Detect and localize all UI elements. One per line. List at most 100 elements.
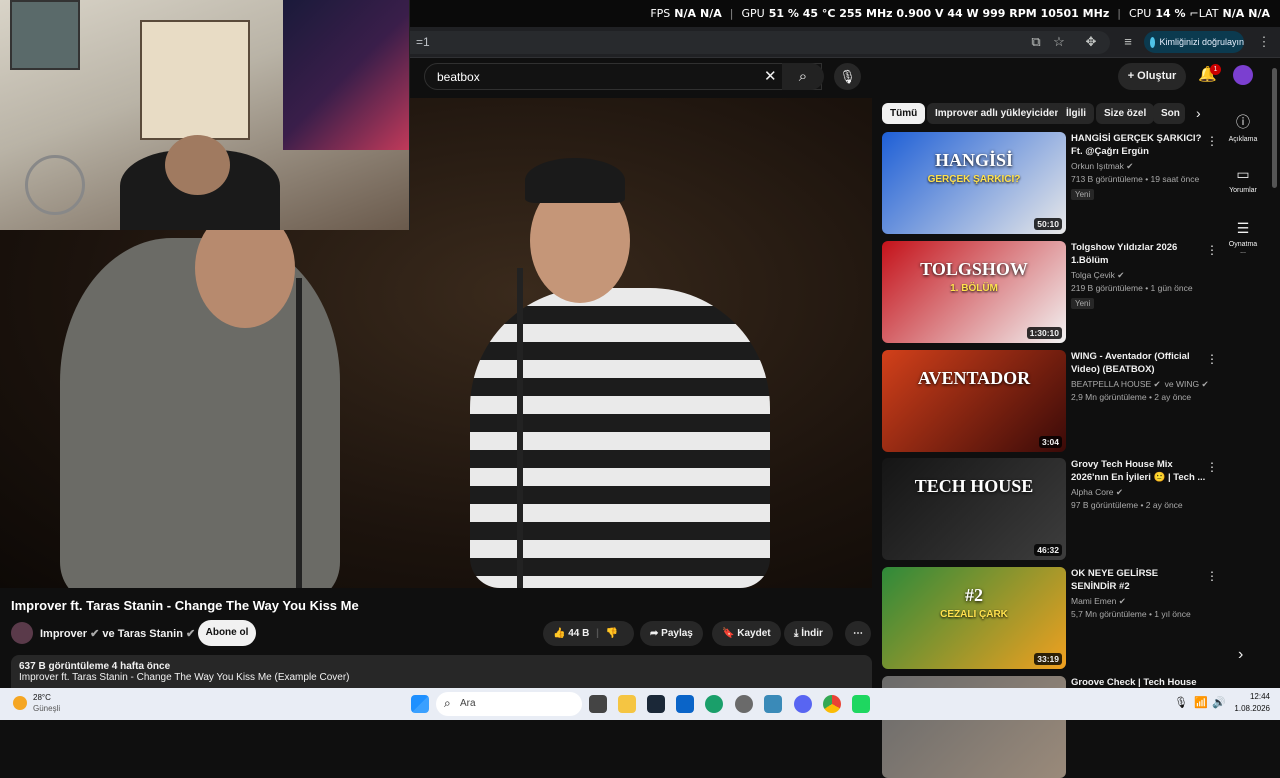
create-label: Oluştur bbox=[1137, 70, 1177, 82]
recommendation-info[interactable]: HANGİSİ GERÇEK ŞARKICI? Ft. @Çağrı Ergün… bbox=[1071, 132, 1206, 202]
side-description-button[interactable]: ⓘ Açıklama bbox=[1225, 112, 1261, 143]
verify-identity-button[interactable]: Kimliğinizi doğrulayın bbox=[1144, 31, 1244, 53]
recommendation-thumbnail[interactable]: TECH HOUSE 46:32 bbox=[882, 458, 1066, 560]
search-button[interactable]: ⌕ bbox=[782, 63, 824, 90]
recommendation-menu-icon[interactable]: ⋮ bbox=[1206, 243, 1218, 257]
recommendation-channel: BEATPELLA HOUSE ✔ ve WING ✔ bbox=[1071, 379, 1209, 390]
description-box[interactable]: 637 B görüntüleme 4 hafta önce Improver … bbox=[11, 655, 872, 690]
app-icon[interactable] bbox=[735, 695, 753, 713]
clock[interactable]: 12:44 1.08.2026 bbox=[1232, 692, 1270, 713]
dislike-button[interactable]: 👎 bbox=[606, 628, 618, 639]
share-button[interactable]: ➦ Paylaş bbox=[640, 621, 703, 646]
like-dislike-group: 👍 44 B | 👎 bbox=[543, 621, 634, 646]
chip-all[interactable]: Tümü bbox=[882, 103, 926, 124]
subscribe-button[interactable]: Abone ol bbox=[198, 620, 256, 646]
more-actions-button[interactable]: ⋯ bbox=[845, 621, 871, 646]
address-bar[interactable]: =1 bbox=[410, 31, 1110, 54]
create-button[interactable]: + Oluştur bbox=[1118, 63, 1186, 90]
outlook-icon[interactable] bbox=[676, 695, 694, 713]
search-value: beatbox bbox=[437, 70, 480, 84]
like-count: 44 B bbox=[568, 628, 590, 639]
chrome-icon[interactable] bbox=[823, 695, 841, 713]
file-explorer-icon[interactable] bbox=[618, 695, 636, 713]
task-view-icon[interactable] bbox=[589, 695, 607, 713]
performer-right bbox=[470, 288, 770, 588]
download-button[interactable]: ⤓ İndir bbox=[784, 621, 833, 646]
recommendation-channel: Mami Emen ✔ bbox=[1071, 596, 1206, 607]
extensions-icon[interactable]: ✥ bbox=[1083, 34, 1099, 50]
save-button[interactable]: 🔖 Kaydet bbox=[712, 621, 781, 646]
chip-for-you[interactable]: Size özel bbox=[1096, 103, 1155, 124]
mic-icon: 🎙 bbox=[839, 69, 856, 84]
recommendation-info[interactable]: Grovy Tech House Mix 2026'nın En İyileri… bbox=[1071, 458, 1206, 510]
taskbar-search-input[interactable]: Ara bbox=[436, 692, 582, 716]
recommendation-meta: 713 B görüntüleme • 19 saat önce bbox=[1071, 174, 1200, 184]
save-label: Kaydet bbox=[737, 628, 771, 639]
search-input[interactable]: beatbox bbox=[424, 63, 822, 90]
install-app-icon[interactable]: ⧉ bbox=[1028, 34, 1044, 50]
new-badge: Yeni bbox=[1071, 189, 1095, 200]
browser-menu-icon[interactable]: ⋮ bbox=[1256, 34, 1272, 50]
start-windows-icon[interactable] bbox=[411, 695, 429, 713]
recommendation-channel: Alpha Core ✔ bbox=[1071, 487, 1206, 498]
reading-list-icon[interactable]: ≡ bbox=[1120, 34, 1136, 50]
lat-label: ⌐LAT bbox=[1189, 7, 1219, 20]
bookmark-star-icon[interactable]: ☆ bbox=[1051, 34, 1067, 50]
recommendation-info[interactable]: Tolgshow Yıldızlar 2026 1.Bölüm Tolga Çev… bbox=[1071, 241, 1206, 311]
recommendation-info[interactable]: WING - Aventador (Official Video) (BEATB… bbox=[1071, 350, 1209, 402]
thumbnail-subtext: 1. BÖLÜM bbox=[950, 283, 998, 294]
thumbnail-text: TECH HOUSE bbox=[914, 476, 1034, 496]
chip-related[interactable]: İlgili bbox=[1058, 103, 1094, 124]
recommendation-menu-icon[interactable]: ⋮ bbox=[1206, 352, 1218, 366]
chip-from-uploader[interactable]: Improver adlı yükleyiciden bbox=[927, 103, 1069, 124]
edge-icon[interactable] bbox=[705, 695, 723, 713]
sidebar-scrollbar[interactable] bbox=[1272, 68, 1277, 188]
url-text: =1 bbox=[416, 35, 430, 49]
weather-temp[interactable]: 28°C bbox=[33, 693, 51, 702]
verified-icon: ✔ bbox=[1123, 161, 1134, 171]
chip-recent[interactable]: Son bbox=[1153, 103, 1185, 124]
recommendation-thumbnail[interactable]: #2 CEZALI ÇARK 33:19 bbox=[882, 567, 1066, 669]
side-comments-label: Yorumlar bbox=[1229, 187, 1257, 194]
settings-gear-icon[interactable] bbox=[764, 695, 782, 713]
chips-next-chevron-icon[interactable]: › bbox=[1196, 105, 1201, 121]
recommendation-menu-icon[interactable]: ⋮ bbox=[1206, 460, 1218, 474]
like-button[interactable]: 👍 44 B bbox=[553, 628, 589, 639]
wifi-icon[interactable]: 📶 bbox=[1194, 696, 1208, 709]
recommendation-menu-icon[interactable]: ⋮ bbox=[1206, 134, 1218, 148]
recommendation-channel-name: Alpha Core bbox=[1071, 487, 1114, 497]
recommendation-title: OK NEYE GELİRSE SENİNDİR #2 bbox=[1071, 568, 1159, 592]
recommendation-thumbnail[interactable]: TOLGSHOW 1. BÖLÜM 1:30:10 bbox=[882, 241, 1066, 343]
weather-sun-icon[interactable] bbox=[13, 696, 27, 710]
channel-avatar[interactable] bbox=[11, 622, 33, 644]
recommendation-menu-icon[interactable]: ⋮ bbox=[1206, 569, 1218, 583]
account-avatar[interactable] bbox=[1233, 65, 1253, 85]
beanie bbox=[525, 158, 625, 203]
side-comments-button[interactable]: ▭ Yorumlar bbox=[1225, 166, 1261, 194]
volume-icon[interactable]: 🔊 bbox=[1212, 696, 1226, 709]
duration-badge: 33:19 bbox=[1034, 653, 1062, 665]
new-badge: Yeni bbox=[1071, 298, 1095, 309]
mic-tray-icon[interactable]: 🎙 bbox=[1174, 696, 1188, 709]
steam-icon[interactable] bbox=[647, 695, 665, 713]
recommendation-thumbnail[interactable]: HANGİSİ GERÇEK ŞARKICI? 50:10 bbox=[882, 132, 1066, 234]
duration-badge: 50:10 bbox=[1034, 218, 1062, 230]
app-2-icon[interactable] bbox=[852, 695, 870, 713]
recommendation-thumbnail[interactable]: AVENTADOR 3:04 bbox=[882, 350, 1066, 452]
search-icon: ⌕ bbox=[798, 68, 808, 85]
recommendation-channel-name: Orkun Işıtmak bbox=[1071, 161, 1124, 171]
recommendation-info[interactable]: OK NEYE GELİRSE SENİNDİR #2 Mami Emen ✔ 5,… bbox=[1071, 567, 1206, 619]
playlist-icon: ☰ bbox=[1236, 220, 1250, 236]
channel-name[interactable]: Improver ✔ ve Taras Stanin ✔ bbox=[40, 627, 195, 640]
side-next-chevron-icon[interactable]: › bbox=[1238, 646, 1243, 664]
description-text: Improver ft. Taras Stanin - Change The W… bbox=[19, 672, 350, 683]
thumbnail-text: HANGİSİ bbox=[934, 150, 1014, 170]
side-playlist-button[interactable]: ☰ Oynatma ... bbox=[1225, 220, 1261, 255]
gpu-values: 51 % 45 °C 255 MHz 0.900 V 44 W 999 RPM … bbox=[768, 7, 1110, 20]
voice-search-button[interactable]: 🎙 bbox=[834, 63, 861, 90]
verified-icon: ✔ bbox=[1114, 270, 1125, 280]
discord-icon[interactable] bbox=[794, 695, 812, 713]
webcam-overlay bbox=[0, 0, 410, 230]
clear-search-icon[interactable]: ✕ bbox=[764, 67, 777, 85]
info-icon: ⓘ bbox=[1236, 114, 1250, 130]
